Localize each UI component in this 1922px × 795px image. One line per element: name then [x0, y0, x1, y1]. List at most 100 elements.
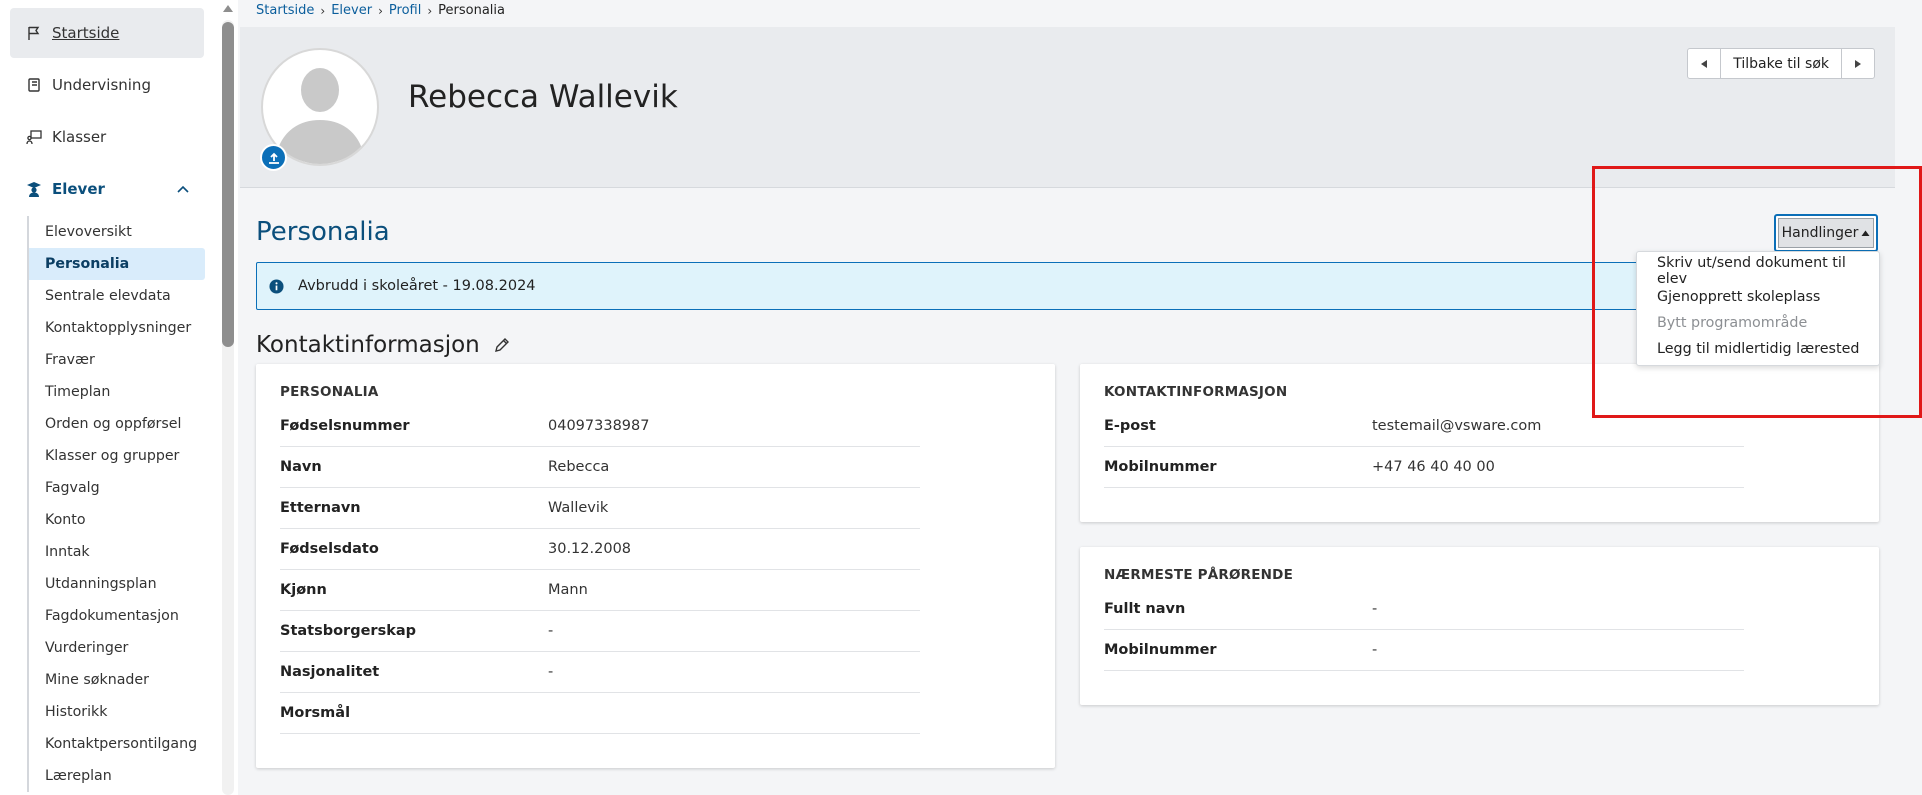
sidebar-item-konto[interactable]: Konto — [29, 504, 205, 536]
row-label: E-post — [1104, 418, 1156, 434]
book-icon — [28, 78, 40, 92]
student-name: Rebecca Wallevik — [408, 79, 678, 115]
upload-photo-button[interactable] — [260, 144, 287, 171]
back-to-search-button[interactable]: Tilbake til søk — [1720, 49, 1842, 78]
row-label: Morsmål — [280, 705, 351, 721]
pencil-icon[interactable] — [494, 337, 510, 353]
row-value: 04097338987 — [548, 418, 650, 434]
info-row: Mobilnummer - — [1104, 630, 1744, 671]
actions-dropdown-menu: Skriv ut/send dokument til elev Gjenoppr… — [1636, 251, 1880, 366]
main-content: Startside › Elever › Profil › Personalia… — [240, 0, 1895, 795]
row-label: Nasjonalitet — [280, 664, 380, 680]
breadcrumb-current: Personalia — [438, 3, 505, 18]
row-label: Navn — [280, 459, 322, 475]
menu-item-restore-school-place[interactable]: Gjenopprett skoleplass — [1637, 284, 1879, 310]
breadcrumb-elever[interactable]: Elever — [331, 3, 372, 18]
info-row: E-post testemail@vsware.com — [1104, 406, 1744, 447]
previous-student-button[interactable] — [1688, 49, 1720, 78]
sidebar-item-kontaktopplysninger[interactable]: Kontaktopplysninger — [29, 312, 205, 344]
info-row: Etternavn Wallevik — [280, 488, 920, 529]
upload-icon — [268, 152, 279, 164]
row-label: Kjønn — [280, 582, 327, 598]
row-value: - — [1372, 601, 1378, 617]
row-label: Mobilnummer — [1104, 459, 1217, 475]
chevron-up-icon[interactable] — [176, 182, 190, 196]
contact-section-title: Kontaktinformasjon — [256, 332, 510, 358]
row-value: - — [548, 623, 554, 639]
caret-right-icon — [1855, 59, 1861, 68]
info-row: Fødselsdato 30.12.2008 — [280, 529, 920, 570]
row-value: Wallevik — [548, 500, 609, 516]
card-heading: PERSONALIA — [280, 384, 379, 400]
sidebar-item-fravaer[interactable]: Fravær — [29, 344, 205, 376]
nav-item-elever[interactable]: Elever — [10, 164, 204, 214]
nav-item-klasser[interactable]: Klasser — [10, 112, 204, 162]
next-student-button[interactable] — [1842, 49, 1874, 78]
breadcrumb-profil[interactable]: Profil — [389, 3, 421, 18]
breadcrumb-chevron-icon: › — [378, 3, 383, 18]
breadcrumb-startside[interactable]: Startside — [256, 3, 314, 18]
sidebar-item-inntak[interactable]: Inntak — [29, 536, 205, 568]
sidebar-item-laereplan[interactable]: Læreplan — [29, 760, 205, 792]
sidebar-item-klasser-grupper[interactable]: Klasser og grupper — [29, 440, 205, 472]
sidebar-item-mine-soknader[interactable]: Mine søknader — [29, 664, 205, 696]
row-value: Mann — [548, 582, 588, 598]
menu-item-print-document[interactable]: Skriv ut/send dokument til elev — [1637, 255, 1879, 287]
row-value: - — [548, 664, 554, 680]
breadcrumb-chevron-icon: › — [320, 3, 326, 18]
info-row: Fullt navn - — [1104, 589, 1744, 630]
info-row: Statsborgerskap - — [280, 611, 920, 652]
info-row: Fødselsnummer 04097338987 — [280, 406, 920, 447]
sidebar-item-personalia[interactable]: Personalia — [29, 248, 205, 280]
row-label: Fullt navn — [1104, 601, 1186, 617]
actions-button-inner: Handlinger — [1778, 218, 1874, 248]
menu-item-add-temporary-school[interactable]: Legg til midlertidig lærested — [1637, 336, 1879, 362]
nav-item-undervisning[interactable]: Undervisning — [10, 60, 204, 110]
row-label: Fødselsnummer — [280, 418, 410, 434]
nav-item-label: Undervisning — [52, 76, 151, 94]
contact-section-label: Kontaktinformasjon — [256, 332, 480, 358]
sidebar: Startside Undervisning Klasser Elever El… — [0, 0, 218, 795]
sidebar-item-vurderinger[interactable]: Vurderinger — [29, 632, 205, 664]
sidebar-item-kontaktpersontilgang[interactable]: Kontaktpersontilgang — [29, 728, 205, 760]
breadcrumb-chevron-icon: › — [427, 3, 433, 18]
card-heading: KONTAKTINFORMASJON — [1104, 384, 1288, 400]
sidebar-item-timeplan[interactable]: Timeplan — [29, 376, 205, 408]
info-row: Kjønn Mann — [280, 570, 920, 611]
breadcrumb: Startside › Elever › Profil › Personalia — [256, 3, 505, 18]
sidebar-item-fagdokumentasjon[interactable]: Fagdokumentasjon — [29, 600, 205, 632]
profile-header: Rebecca Wallevik Tilbake til søk — [240, 27, 1895, 188]
actions-button[interactable]: Handlinger — [1774, 214, 1878, 252]
sidebar-item-utdanningsplan[interactable]: Utdanningsplan — [29, 568, 205, 600]
caret-up-icon — [1861, 230, 1870, 236]
info-row: Mobilnummer +47 46 40 40 00 — [1104, 447, 1744, 488]
row-label: Mobilnummer — [1104, 642, 1217, 658]
row-label: Statsborgerskap — [280, 623, 417, 639]
next-of-kin-card: NÆRMESTE PÅRØRENDE Fullt navn - Mobilnumm… — [1080, 547, 1879, 705]
info-row: Morsmål — [280, 693, 920, 734]
nav-item-label: Startside — [52, 24, 120, 42]
row-value: 30.12.2008 — [548, 541, 632, 557]
row-value: +47 46 40 40 00 — [1372, 459, 1495, 475]
info-row: Nasjonalitet - — [280, 652, 920, 693]
row-label: Etternavn — [280, 500, 361, 516]
scroll-thumb[interactable] — [222, 22, 234, 347]
row-value: Rebecca — [548, 459, 610, 475]
nav-item-startside[interactable]: Startside — [10, 8, 204, 58]
actions-button-label: Handlinger — [1781, 225, 1859, 241]
classroom-icon — [26, 130, 42, 145]
student-icon — [27, 182, 41, 197]
sidebar-item-elevoversikt[interactable]: Elevoversikt — [29, 216, 205, 248]
sidebar-item-sentrale-elevdata[interactable]: Sentrale elevdata — [29, 280, 205, 312]
nav-item-label: Elever — [52, 180, 105, 198]
alert-text: Avbrudd i skoleåret - 19.08.2024 — [298, 278, 536, 294]
sidebar-item-historikk[interactable]: Historikk — [29, 696, 205, 728]
sidebar-scrollbar[interactable] — [218, 0, 238, 795]
sidebar-item-orden[interactable]: Orden og oppførsel — [29, 408, 205, 440]
personalia-card: PERSONALIA Fødselsnummer 04097338987 Navn… — [256, 364, 1055, 768]
sidebar-item-fagvalg[interactable]: Fagvalg — [29, 472, 205, 504]
nav-item-label: Klasser — [52, 128, 107, 146]
scroll-up-arrow-icon[interactable] — [222, 2, 234, 14]
menu-item-change-program-area: Bytt programområde — [1657, 315, 1808, 331]
page-title: Personalia — [256, 217, 390, 247]
